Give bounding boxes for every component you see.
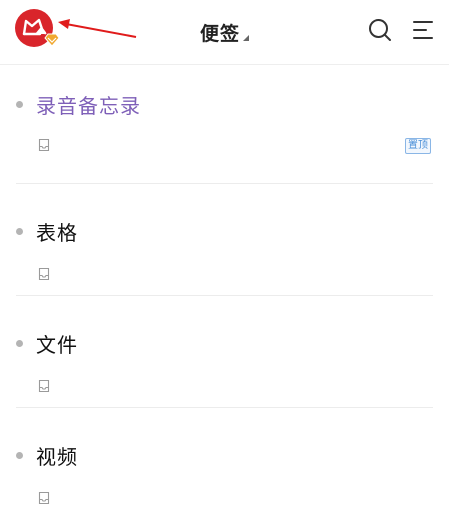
annotation-arrow xyxy=(58,19,137,38)
pinned-badge: 置顶 xyxy=(405,138,431,154)
notebook-tray-icon xyxy=(38,138,50,152)
note-title: 表格 xyxy=(36,221,78,245)
note-item[interactable]: 视频 xyxy=(16,408,433,510)
notebook-tray-icon xyxy=(38,491,50,505)
caret-down-icon xyxy=(243,34,249,41)
notebook-tray-icon xyxy=(38,379,50,393)
page-title: 便签 xyxy=(199,22,240,45)
note-title: 录音备忘录 xyxy=(36,94,141,118)
bullet-dot xyxy=(16,101,23,108)
note-title: 文件 xyxy=(36,333,78,357)
note-list: 录音备忘录 置顶 表格 文件 视频 xyxy=(0,65,449,510)
search-icon[interactable] xyxy=(368,18,392,42)
bullet-dot xyxy=(16,452,23,459)
top-bar: 便签 xyxy=(0,0,449,65)
notebook-tray-icon xyxy=(38,267,50,281)
note-title: 视频 xyxy=(36,445,78,469)
bullet-dot xyxy=(16,228,23,235)
note-item[interactable]: 表格 xyxy=(16,184,433,296)
notes-app: 便签 录音备忘录 置顶 表格 文件 视频 xyxy=(0,0,449,510)
notebook-switcher[interactable]: 便签 xyxy=(200,19,249,46)
menu-icon[interactable] xyxy=(412,19,434,41)
note-item[interactable]: 录音备忘录 置顶 xyxy=(16,65,433,184)
note-item[interactable]: 文件 xyxy=(16,296,433,408)
bullet-dot xyxy=(16,340,23,347)
